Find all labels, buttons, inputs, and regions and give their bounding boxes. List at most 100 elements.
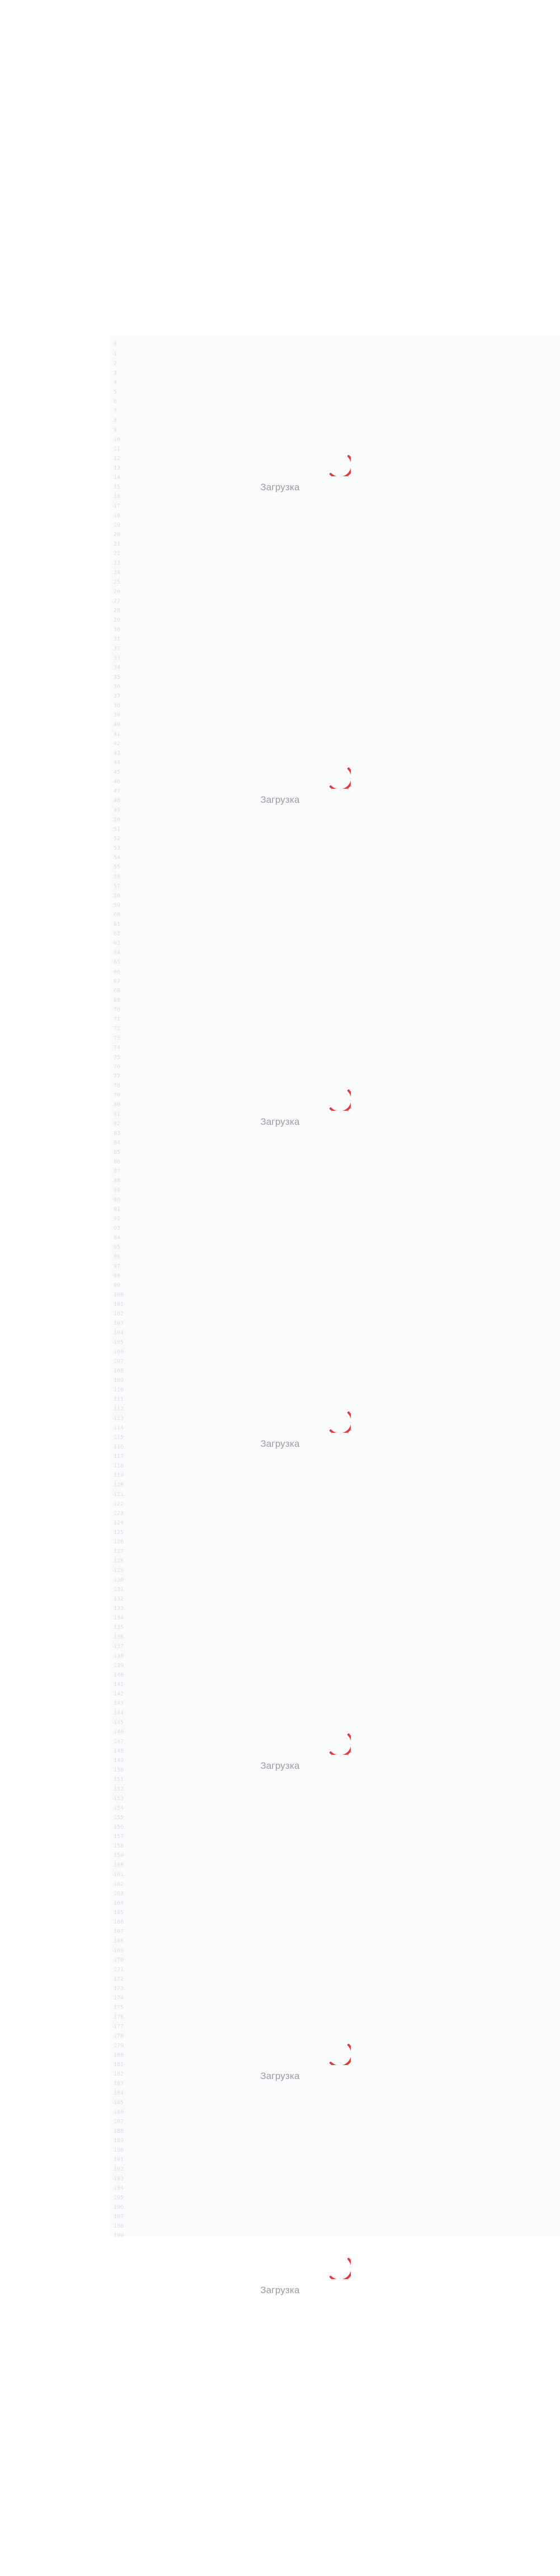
line-number: 76 xyxy=(114,1064,121,1070)
line-number: 157 xyxy=(114,1834,124,1840)
line-number: 163 xyxy=(114,1891,124,1897)
line-number: 37 xyxy=(114,693,121,699)
line-number: 196 xyxy=(114,2204,124,2210)
loading-label: Загрузка xyxy=(260,1438,300,1449)
loading-label: Загрузка xyxy=(260,2071,300,2081)
line-number: 63 xyxy=(114,940,121,946)
line-number: 83 xyxy=(114,1130,121,1137)
line-number: 95 xyxy=(114,1244,121,1251)
line-number: 122 xyxy=(114,1501,124,1507)
line-number: 133 xyxy=(114,1606,124,1612)
line-number: 10 xyxy=(114,437,121,443)
line-number: 75 xyxy=(114,1054,121,1060)
line-number: 165 xyxy=(114,1910,124,1916)
line-number: 53 xyxy=(114,845,121,851)
line-number: 109 xyxy=(114,1377,124,1384)
line-number: 199 xyxy=(114,2233,124,2239)
line-number: 142 xyxy=(114,1691,124,1697)
line-number: 103 xyxy=(114,1320,124,1327)
line-number: 2 xyxy=(114,361,117,367)
line-number: 55 xyxy=(114,864,121,870)
line-number: 94 xyxy=(114,1235,121,1241)
line-number: 43 xyxy=(114,750,121,756)
line-number: 198 xyxy=(114,2223,124,2229)
line-number: 108 xyxy=(114,1368,124,1374)
line-number: 172 xyxy=(114,1976,124,1982)
line-number: 99 xyxy=(114,1282,121,1289)
line-number: 62 xyxy=(114,931,121,937)
code-panel: 0 1 2 3 4 5 6 7 8 9 10 11 12 13 14 15 16 17 18 19 20 21 22 23 24… xyxy=(110,335,560,2239)
line-number: 100 xyxy=(114,1292,124,1298)
spinner-icon xyxy=(330,1090,351,1111)
loading-label: Загрузка xyxy=(260,794,300,805)
line-number: 3 xyxy=(114,370,117,376)
line-number: 16 xyxy=(114,494,121,500)
line-number: 104 xyxy=(114,1330,124,1336)
line-number: 190 xyxy=(114,2147,124,2153)
line-number: 175 xyxy=(114,2005,124,2011)
line-number: 96 xyxy=(114,1254,121,1260)
line-number: 6 xyxy=(114,399,117,405)
line-number: 35 xyxy=(114,674,121,680)
line-number: 68 xyxy=(114,988,121,994)
line-number: 84 xyxy=(114,1140,121,1146)
line-number: 21 xyxy=(114,541,121,547)
spinner-icon xyxy=(330,2044,351,2065)
loading-indicator: Загрузка xyxy=(0,1731,560,1771)
line-number: 69 xyxy=(114,997,121,1003)
line-number: 31 xyxy=(114,636,121,642)
line-number: 118 xyxy=(114,1463,124,1469)
line-number: 85 xyxy=(114,1149,121,1156)
line-number: 152 xyxy=(114,1786,124,1792)
line-number: 135 xyxy=(114,1625,124,1631)
line-number: 27 xyxy=(114,598,121,604)
line-number: 194 xyxy=(114,2185,124,2191)
line-number: 139 xyxy=(114,1663,124,1669)
line-number: 153 xyxy=(114,1796,124,1802)
line-number: 155 xyxy=(114,1815,124,1821)
line-number: 87 xyxy=(114,1168,121,1175)
line-number: 145 xyxy=(114,1720,124,1726)
loading-label: Загрузка xyxy=(260,482,300,493)
line-number: 162 xyxy=(114,1881,124,1887)
line-number: 188 xyxy=(114,2128,124,2134)
line-number: 137 xyxy=(114,1644,124,1650)
line-number: 92 xyxy=(114,1216,121,1222)
line-number: 158 xyxy=(114,1843,124,1849)
loading-label: Загрузка xyxy=(260,1116,300,1127)
line-number: 167 xyxy=(114,1929,124,1935)
line-number: 19 xyxy=(114,522,121,528)
line-number: 39 xyxy=(114,712,121,718)
line-number: 54 xyxy=(114,855,121,861)
line-number: 71 xyxy=(114,1016,121,1022)
line-number: 130 xyxy=(114,1577,124,1583)
line-number: 26 xyxy=(114,589,121,595)
line-number: 34 xyxy=(114,665,121,671)
line-number: 140 xyxy=(114,1672,124,1678)
line-number: 117 xyxy=(114,1453,124,1460)
line-number: 32 xyxy=(114,646,121,652)
line-number: 197 xyxy=(114,2214,124,2220)
line-number: 101 xyxy=(114,1301,124,1308)
line-number: 156 xyxy=(114,1824,124,1830)
line-number: 189 xyxy=(114,2138,124,2144)
loading-label: Загрузка xyxy=(260,1760,300,1771)
line-number: 8 xyxy=(114,418,117,424)
line-number: 195 xyxy=(114,2195,124,2201)
line-number: 178 xyxy=(114,2033,124,2039)
loading-indicator: Загрузка xyxy=(0,453,560,493)
spinner-icon xyxy=(330,768,351,789)
line-number: 111 xyxy=(114,1396,124,1403)
line-number: 186 xyxy=(114,2109,124,2115)
line-number: 73 xyxy=(114,1035,121,1041)
line-number: 177 xyxy=(114,2024,124,2030)
line-number: 38 xyxy=(114,703,121,709)
spinner-icon xyxy=(330,455,351,476)
line-number: 41 xyxy=(114,731,121,737)
line-number: 88 xyxy=(114,1178,121,1184)
line-number: 77 xyxy=(114,1073,121,1079)
line-number: 20 xyxy=(114,532,121,538)
line-number: 58 xyxy=(114,893,121,899)
line-number: 25 xyxy=(114,579,121,585)
line-number: 123 xyxy=(114,1510,124,1517)
